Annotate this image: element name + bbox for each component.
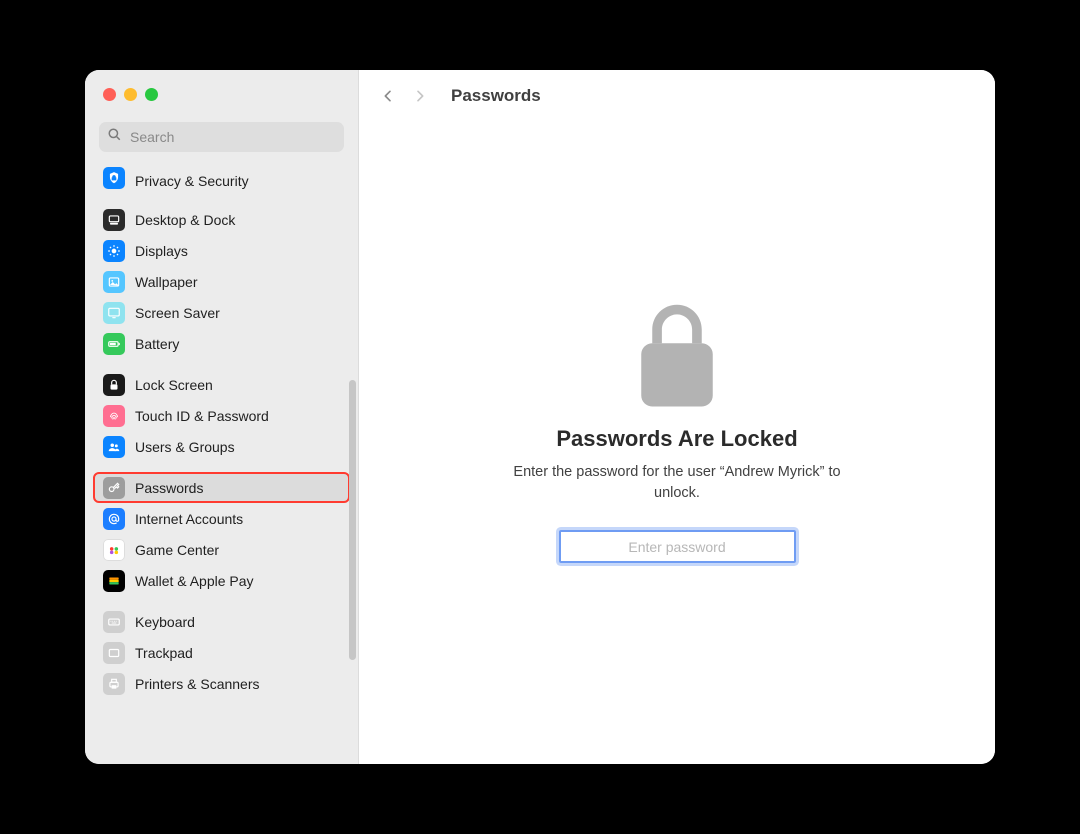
touchid-icon (103, 405, 125, 427)
sidebar-item-label: Desktop & Dock (135, 212, 235, 228)
lockscreen-icon (103, 374, 125, 396)
search-input[interactable] (128, 128, 336, 146)
at-icon (103, 508, 125, 530)
window-controls (85, 70, 358, 114)
sidebar-item-keyboard[interactable]: Keyboard (93, 606, 350, 637)
sidebar-item-label: Privacy & Security (135, 173, 249, 189)
sidebar-item-trackpad[interactable]: Trackpad (93, 637, 350, 668)
lock-icon (633, 302, 721, 412)
sidebar-item-label: Wallpaper (135, 274, 198, 290)
sidebar-item-screen-saver[interactable]: Screen Saver (93, 297, 350, 328)
sidebar-item-printers-scanners[interactable]: Printers & Scanners (93, 668, 350, 699)
brightness-icon (103, 240, 125, 262)
locked-heading: Passwords Are Locked (556, 426, 797, 452)
topbar: Passwords (359, 70, 995, 122)
sidebar-item-privacy-security[interactable]: Privacy & Security (93, 170, 350, 194)
zoom-window-button[interactable] (145, 88, 158, 101)
sidebar-item-label: Trackpad (135, 645, 193, 661)
printer-icon (103, 673, 125, 695)
sidebar-item-game-center[interactable]: Game Center (93, 534, 350, 565)
sidebar-item-battery[interactable]: Battery (93, 328, 350, 359)
sidebar-item-label: Printers & Scanners (135, 676, 260, 692)
sidebar-item-passwords[interactable]: Passwords (93, 472, 350, 503)
keyboard-icon (103, 611, 125, 633)
page-title: Passwords (451, 86, 541, 106)
password-input[interactable] (561, 532, 794, 561)
sidebar-item-label: Internet Accounts (135, 511, 243, 527)
sidebar: Privacy & Security Desktop & Dock Displays… (85, 70, 359, 764)
sidebar-item-desktop-dock[interactable]: Desktop & Dock (93, 204, 350, 235)
locked-panel: Passwords Are Locked Enter the password … (359, 122, 995, 764)
sidebar-item-users-groups[interactable]: Users & Groups (93, 431, 350, 462)
shield-icon (103, 167, 125, 189)
locked-subtext: Enter the password for the user “Andrew … (507, 462, 847, 504)
sidebar-item-label: Battery (135, 336, 179, 352)
sidebar-item-displays[interactable]: Displays (93, 235, 350, 266)
settings-window: Privacy & Security Desktop & Dock Displays… (85, 70, 995, 764)
sidebar-item-label: Keyboard (135, 614, 195, 630)
sidebar-item-label: Lock Screen (135, 377, 213, 393)
sidebar-item-label: Wallet & Apple Pay (135, 573, 254, 589)
people-icon (103, 436, 125, 458)
key-icon (103, 477, 125, 499)
sidebar-item-internet-accounts[interactable]: Internet Accounts (93, 503, 350, 534)
sidebar-item-wallpaper[interactable]: Wallpaper (93, 266, 350, 297)
wallpaper-icon (103, 271, 125, 293)
content-pane: Passwords Passwords Are Locked Enter the… (359, 70, 995, 764)
trackpad-icon (103, 642, 125, 664)
sidebar-item-label: Touch ID & Password (135, 408, 269, 424)
screensaver-icon (103, 302, 125, 324)
search-field[interactable] (99, 122, 344, 152)
battery-icon (103, 333, 125, 355)
search-container (85, 114, 358, 160)
wallet-icon (103, 570, 125, 592)
sidebar-item-label: Users & Groups (135, 439, 235, 455)
sidebar-item-lock-screen[interactable]: Lock Screen (93, 369, 350, 400)
minimize-window-button[interactable] (124, 88, 137, 101)
password-field-wrap[interactable] (559, 530, 796, 563)
nav-back-button[interactable] (377, 85, 399, 107)
search-icon (107, 127, 122, 147)
dock-icon (103, 209, 125, 231)
sidebar-item-label: Screen Saver (135, 305, 220, 321)
nav-forward-button[interactable] (409, 85, 431, 107)
sidebar-item-label: Displays (135, 243, 188, 259)
sidebar-list: Privacy & Security Desktop & Dock Displays… (85, 160, 358, 764)
sidebar-item-label: Game Center (135, 542, 219, 558)
sidebar-item-label: Passwords (135, 480, 203, 496)
sidebar-item-touch-id-password[interactable]: Touch ID & Password (93, 400, 350, 431)
sidebar-item-wallet-apple-pay[interactable]: Wallet & Apple Pay (93, 565, 350, 596)
gamectr-icon (103, 539, 125, 561)
close-window-button[interactable] (103, 88, 116, 101)
sidebar-scrollbar[interactable] (349, 380, 356, 660)
